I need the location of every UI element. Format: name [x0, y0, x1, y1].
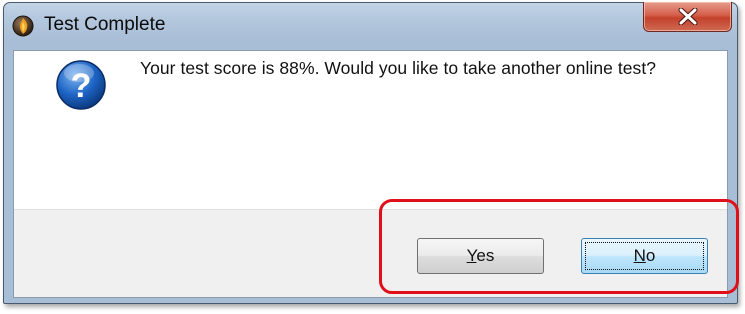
- app-icon: [12, 15, 34, 37]
- dialog-window: Test Complete ? Your test score is 88%. …: [3, 2, 738, 304]
- svg-text:?: ?: [71, 67, 92, 105]
- question-icon: ?: [56, 60, 106, 110]
- close-icon: [678, 8, 698, 25]
- no-label-rest: o: [645, 246, 656, 265]
- yes-label-rest: es: [476, 246, 495, 265]
- no-mnemonic: N: [633, 246, 646, 265]
- dialog-title: Test Complete: [44, 14, 166, 35]
- no-button[interactable]: No: [581, 238, 708, 274]
- title-bar[interactable]: Test Complete: [4, 2, 737, 49]
- close-button[interactable]: [643, 2, 732, 32]
- dialog-message: Your test score is 88%. Would you like t…: [140, 58, 657, 78]
- yes-mnemonic: Y: [466, 246, 477, 265]
- yes-button[interactable]: Yes: [417, 238, 544, 274]
